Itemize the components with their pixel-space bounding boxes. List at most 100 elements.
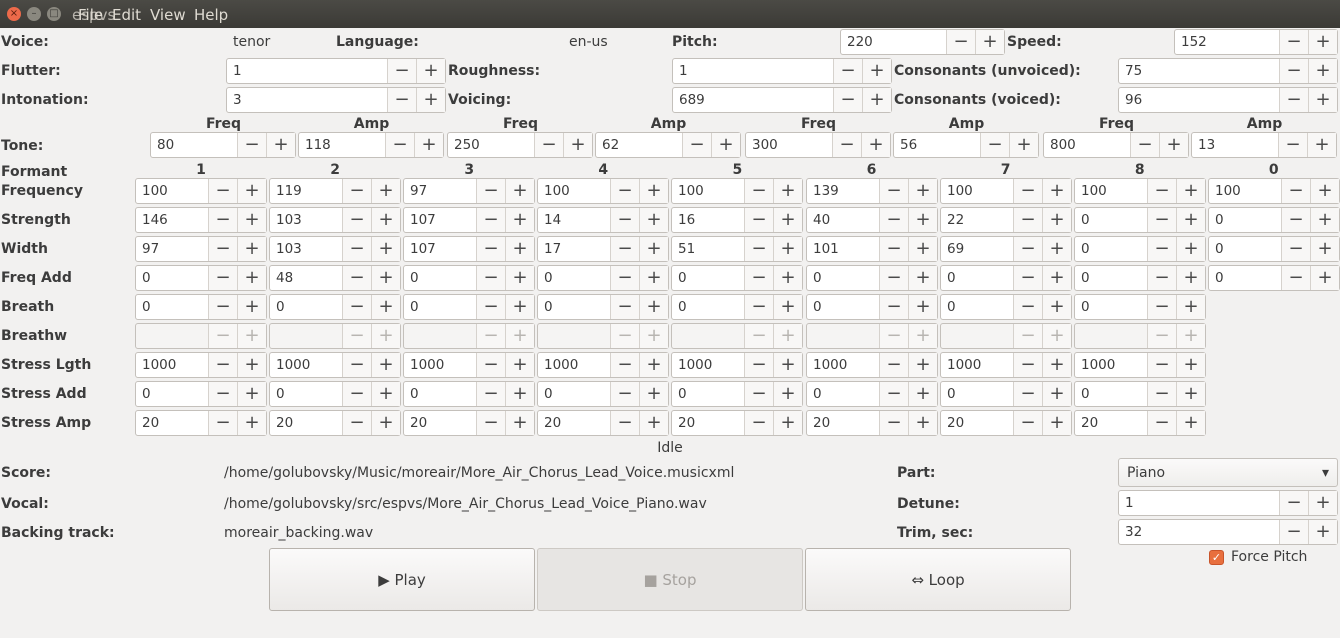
stress-amp-7-input[interactable] <box>941 411 1013 435</box>
play-button[interactable]: ▶ Play <box>269 548 535 611</box>
strength-8-increment-button[interactable]: + <box>1176 208 1205 232</box>
stress-amp-2-input[interactable] <box>270 411 342 435</box>
trim-increment-button[interactable]: + <box>1308 520 1337 544</box>
strength-3-input[interactable] <box>404 208 476 232</box>
trim-input[interactable] <box>1119 520 1279 544</box>
maximize-window-button[interactable]: □ <box>47 7 61 21</box>
tone-3-amp-decrement-button[interactable]: − <box>980 133 1009 157</box>
width-0-increment-button[interactable]: + <box>1310 237 1339 261</box>
breath-5-increment-button[interactable]: + <box>773 295 802 319</box>
strength-7-increment-button[interactable]: + <box>1042 208 1071 232</box>
speed-input[interactable] <box>1175 30 1279 54</box>
tone-1-amp-input[interactable] <box>299 133 385 157</box>
width-4-increment-button[interactable]: + <box>639 237 668 261</box>
breath-6-increment-button[interactable]: + <box>908 295 937 319</box>
voicing-input[interactable] <box>673 88 833 112</box>
stress-lgth-1-input[interactable] <box>136 353 208 377</box>
width-6-input[interactable] <box>807 237 879 261</box>
breath-1-increment-button[interactable]: + <box>237 295 266 319</box>
strength-1-decrement-button[interactable]: − <box>208 208 237 232</box>
breath-8-input[interactable] <box>1075 295 1147 319</box>
stress-add-5-increment-button[interactable]: + <box>773 382 802 406</box>
width-2-input[interactable] <box>270 237 342 261</box>
stress-amp-6-decrement-button[interactable]: − <box>879 411 908 435</box>
stress-add-4-increment-button[interactable]: + <box>639 382 668 406</box>
tone-4-freq-input[interactable] <box>1044 133 1130 157</box>
frequency-0-increment-button[interactable]: + <box>1310 179 1339 203</box>
width-0-input[interactable] <box>1209 237 1281 261</box>
stress-amp-3-input[interactable] <box>404 411 476 435</box>
stress-add-5-input[interactable] <box>672 382 744 406</box>
tone-2-freq-input[interactable] <box>448 133 534 157</box>
stress-add-6-decrement-button[interactable]: − <box>879 382 908 406</box>
voicing-decrement-button[interactable]: − <box>833 88 862 112</box>
frequency-3-input[interactable] <box>404 179 476 203</box>
stress-amp-6-input[interactable] <box>807 411 879 435</box>
stress-lgth-6-decrement-button[interactable]: − <box>879 353 908 377</box>
part-dropdown[interactable]: Piano ▾ <box>1118 458 1338 487</box>
stress-add-2-increment-button[interactable]: + <box>371 382 400 406</box>
width-5-increment-button[interactable]: + <box>773 237 802 261</box>
frequency-0-input[interactable] <box>1209 179 1281 203</box>
strength-6-input[interactable] <box>807 208 879 232</box>
stress-lgth-2-increment-button[interactable]: + <box>371 353 400 377</box>
stress-amp-7-decrement-button[interactable]: − <box>1013 411 1042 435</box>
freq-add-3-input[interactable] <box>404 266 476 290</box>
stress-lgth-6-input[interactable] <box>807 353 879 377</box>
strength-6-increment-button[interactable]: + <box>908 208 937 232</box>
breath-4-increment-button[interactable]: + <box>639 295 668 319</box>
flutter-increment-button[interactable]: + <box>416 59 445 83</box>
frequency-5-input[interactable] <box>672 179 744 203</box>
roughness-input[interactable] <box>673 59 833 83</box>
freq-add-5-input[interactable] <box>672 266 744 290</box>
freq-add-8-input[interactable] <box>1075 266 1147 290</box>
stress-lgth-1-increment-button[interactable]: + <box>237 353 266 377</box>
width-4-decrement-button[interactable]: − <box>610 237 639 261</box>
frequency-0-decrement-button[interactable]: − <box>1281 179 1310 203</box>
pitch-decrement-button[interactable]: − <box>946 30 975 54</box>
stress-lgth-8-decrement-button[interactable]: − <box>1147 353 1176 377</box>
width-1-decrement-button[interactable]: − <box>208 237 237 261</box>
width-4-input[interactable] <box>538 237 610 261</box>
frequency-8-increment-button[interactable]: + <box>1176 179 1205 203</box>
consonants-voiced-increment-button[interactable]: + <box>1308 88 1337 112</box>
minimize-window-button[interactable]: – <box>27 7 41 21</box>
freq-add-2-increment-button[interactable]: + <box>371 266 400 290</box>
width-1-increment-button[interactable]: + <box>237 237 266 261</box>
width-8-decrement-button[interactable]: − <box>1147 237 1176 261</box>
tone-3-amp-increment-button[interactable]: + <box>1009 133 1038 157</box>
stress-amp-8-decrement-button[interactable]: − <box>1147 411 1176 435</box>
width-7-decrement-button[interactable]: − <box>1013 237 1042 261</box>
strength-1-input[interactable] <box>136 208 208 232</box>
menu-help[interactable]: Help <box>194 6 228 24</box>
stress-lgth-5-input[interactable] <box>672 353 744 377</box>
intonation-input[interactable] <box>227 88 387 112</box>
tone-4-freq-increment-button[interactable]: + <box>1159 133 1188 157</box>
breath-8-increment-button[interactable]: + <box>1176 295 1205 319</box>
consonants-unvoiced-increment-button[interactable]: + <box>1308 59 1337 83</box>
stress-amp-4-increment-button[interactable]: + <box>639 411 668 435</box>
stress-amp-4-decrement-button[interactable]: − <box>610 411 639 435</box>
stress-add-1-increment-button[interactable]: + <box>237 382 266 406</box>
freq-add-6-increment-button[interactable]: + <box>908 266 937 290</box>
stress-amp-1-input[interactable] <box>136 411 208 435</box>
stress-amp-1-decrement-button[interactable]: − <box>208 411 237 435</box>
freq-add-5-decrement-button[interactable]: − <box>744 266 773 290</box>
strength-5-decrement-button[interactable]: − <box>744 208 773 232</box>
stress-add-8-increment-button[interactable]: + <box>1176 382 1205 406</box>
width-7-increment-button[interactable]: + <box>1042 237 1071 261</box>
stress-add-3-decrement-button[interactable]: − <box>476 382 505 406</box>
detune-increment-button[interactable]: + <box>1308 491 1337 515</box>
consonants-voiced-decrement-button[interactable]: − <box>1279 88 1308 112</box>
intonation-increment-button[interactable]: + <box>416 88 445 112</box>
speed-decrement-button[interactable]: − <box>1279 30 1308 54</box>
strength-8-input[interactable] <box>1075 208 1147 232</box>
breath-8-decrement-button[interactable]: − <box>1147 295 1176 319</box>
breath-3-increment-button[interactable]: + <box>505 295 534 319</box>
frequency-4-increment-button[interactable]: + <box>639 179 668 203</box>
freq-add-4-increment-button[interactable]: + <box>639 266 668 290</box>
stop-button[interactable]: ■ Stop <box>537 548 803 611</box>
breath-7-decrement-button[interactable]: − <box>1013 295 1042 319</box>
width-8-increment-button[interactable]: + <box>1176 237 1205 261</box>
frequency-4-input[interactable] <box>538 179 610 203</box>
